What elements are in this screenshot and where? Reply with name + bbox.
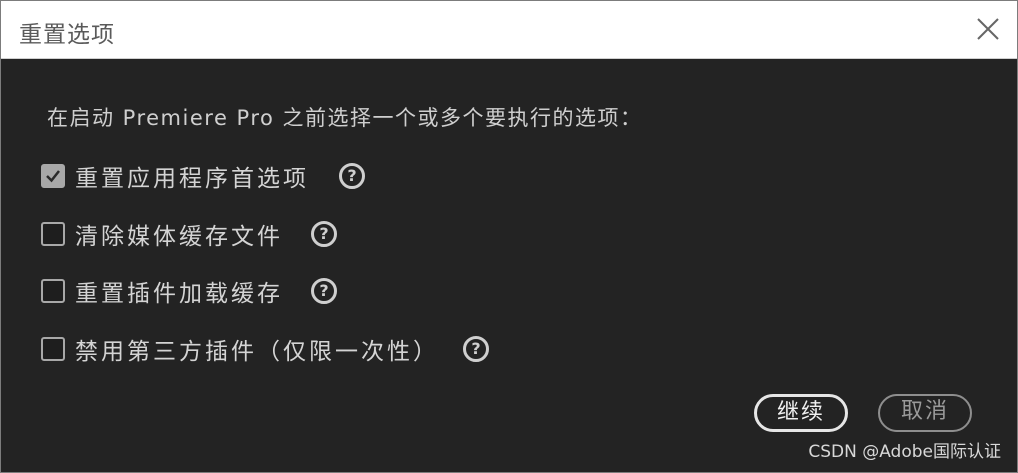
clear-media-cache-label: 清除媒体缓存文件 (75, 224, 283, 250)
dialog-title: 重置选项 (19, 22, 115, 48)
help-icon[interactable]: ? (339, 163, 365, 189)
dialog-body: 在启动 Premiere Pro 之前选择一个或多个要执行的选项： 重置应用程序… (1, 60, 1017, 472)
disable-third-party-plugins-label: 禁用第三方插件（仅限一次性） (75, 339, 439, 365)
option-reset-preferences[interactable]: 重置应用程序首选项 ? (41, 161, 365, 192)
option-clear-media-cache[interactable]: 清除媒体缓存文件 ? (41, 219, 337, 250)
help-icon[interactable]: ? (463, 336, 489, 362)
clear-media-cache-checkbox[interactable] (41, 222, 65, 246)
help-icon[interactable]: ? (311, 221, 337, 247)
reset-preferences-checkbox[interactable] (41, 164, 65, 188)
help-icon[interactable]: ? (311, 278, 337, 304)
option-disable-third-party-plugins[interactable]: 禁用第三方插件（仅限一次性） ? (41, 334, 489, 365)
close-icon (977, 18, 999, 40)
watermark-text: CSDN @Adobe国际认证 (808, 442, 1001, 462)
reset-options-dialog: 重置选项 在启动 Premiere Pro 之前选择一个或多个要执行的选项： 重… (0, 0, 1018, 473)
disable-third-party-plugins-checkbox[interactable] (41, 337, 65, 361)
checkmark-icon (46, 170, 60, 183)
cancel-button[interactable]: 取消 (878, 394, 972, 432)
continue-button[interactable]: 继续 (754, 394, 848, 432)
close-button[interactable] (975, 16, 1001, 42)
reset-plugin-cache-checkbox[interactable] (41, 279, 65, 303)
reset-plugin-cache-label: 重置插件加载缓存 (75, 281, 283, 307)
option-reset-plugin-cache[interactable]: 重置插件加载缓存 ? (41, 276, 337, 307)
prompt-text: 在启动 Premiere Pro 之前选择一个或多个要执行的选项： (47, 106, 643, 130)
title-bar: 重置选项 (1, 1, 1017, 59)
reset-preferences-label: 重置应用程序首选项 (75, 166, 309, 192)
